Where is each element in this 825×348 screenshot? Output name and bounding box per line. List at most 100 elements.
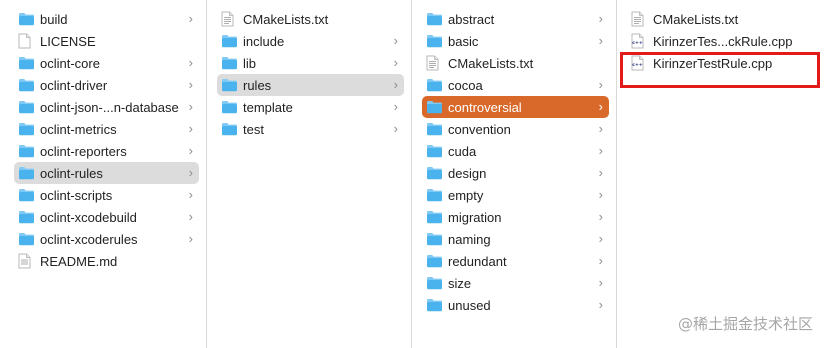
list-item-cmakelists-txt[interactable]: CMakeLists.txt bbox=[422, 52, 609, 74]
item-label: oclint-scripts bbox=[40, 187, 113, 203]
chevron-right-icon: › bbox=[598, 209, 603, 224]
list-item-oclint-metrics[interactable]: oclint-metrics › bbox=[14, 118, 199, 140]
list-item-naming[interactable]: naming › bbox=[422, 228, 609, 250]
item-label: design bbox=[448, 165, 487, 181]
watermark: @稀土掘金技术社区 bbox=[677, 315, 813, 333]
item-label: rules bbox=[243, 77, 272, 93]
list-item-migration[interactable]: migration › bbox=[422, 206, 609, 228]
chevron-right-icon: › bbox=[598, 231, 603, 246]
chevron-right-icon: › bbox=[188, 143, 193, 158]
folder-icon bbox=[426, 231, 443, 247]
folder-icon bbox=[426, 253, 443, 269]
list-item-lib[interactable]: lib › bbox=[217, 52, 404, 74]
folder-icon bbox=[221, 121, 238, 137]
list-item-convention[interactable]: convention › bbox=[422, 118, 609, 140]
chevron-right-icon: › bbox=[598, 275, 603, 290]
list-item-cuda[interactable]: cuda › bbox=[422, 140, 609, 162]
list-item-empty[interactable]: empty › bbox=[422, 184, 609, 206]
list-item-controversial[interactable]: controversial › bbox=[422, 96, 609, 118]
chevron-right-icon: › bbox=[393, 121, 398, 136]
item-label: CMakeLists.txt bbox=[653, 11, 739, 27]
list-item-test[interactable]: test › bbox=[217, 118, 404, 140]
list-item-license[interactable]: LICENSE bbox=[14, 30, 199, 52]
item-label: CMakeLists.txt bbox=[448, 55, 534, 71]
file-list: CMakeLists.txt include › lib › rules › template… bbox=[207, 8, 411, 140]
chevron-right-icon: › bbox=[188, 187, 193, 202]
item-label: oclint-xcodebuild bbox=[40, 209, 137, 225]
folder-icon bbox=[18, 99, 35, 115]
chevron-right-icon: › bbox=[598, 297, 603, 312]
list-item-basic[interactable]: basic › bbox=[422, 30, 609, 52]
list-item-cmakelists-txt[interactable]: CMakeLists.txt bbox=[627, 8, 818, 30]
chevron-right-icon: › bbox=[188, 77, 193, 92]
chevron-right-icon: › bbox=[188, 55, 193, 70]
item-label: empty bbox=[448, 187, 484, 203]
folder-icon bbox=[221, 99, 238, 115]
list-item-kirinzertes-ckrule-cpp[interactable]: c++ KirinzerTes...ckRule.cpp bbox=[627, 30, 818, 52]
list-item-design[interactable]: design › bbox=[422, 162, 609, 184]
chevron-right-icon: › bbox=[598, 11, 603, 26]
column-oclint-rules: CMakeLists.txt include › lib › rules › template… bbox=[207, 0, 412, 348]
folder-icon bbox=[18, 121, 35, 137]
list-item-size[interactable]: size › bbox=[422, 272, 609, 294]
file-list: build › LICENSE oclint-core › oclint-driver › o… bbox=[0, 8, 206, 272]
folder-icon bbox=[18, 143, 35, 159]
folder-icon bbox=[426, 297, 443, 313]
item-label: cuda bbox=[448, 143, 477, 159]
folder-icon bbox=[18, 77, 35, 93]
text-file-icon bbox=[221, 11, 238, 27]
column-root: build › LICENSE oclint-core › oclint-driver › o… bbox=[0, 0, 207, 348]
chevron-right-icon: › bbox=[188, 209, 193, 224]
folder-icon bbox=[426, 165, 443, 181]
chevron-right-icon: › bbox=[598, 33, 603, 48]
item-label: controversial bbox=[448, 99, 522, 115]
chevron-right-icon: › bbox=[393, 77, 398, 92]
list-item-template[interactable]: template › bbox=[217, 96, 404, 118]
list-item-oclint-driver[interactable]: oclint-driver › bbox=[14, 74, 199, 96]
list-item-oclint-reporters[interactable]: oclint-reporters › bbox=[14, 140, 199, 162]
chevron-right-icon: › bbox=[598, 77, 603, 92]
list-item-oclint-scripts[interactable]: oclint-scripts › bbox=[14, 184, 199, 206]
item-label: abstract bbox=[448, 11, 495, 27]
item-label: include bbox=[243, 33, 285, 49]
list-item-oclint-core[interactable]: oclint-core › bbox=[14, 52, 199, 74]
folder-icon bbox=[18, 209, 35, 225]
cpp-file-icon: c++ bbox=[631, 33, 648, 49]
folder-icon bbox=[426, 99, 443, 115]
list-item-cocoa[interactable]: cocoa › bbox=[422, 74, 609, 96]
folder-icon bbox=[18, 55, 35, 71]
list-item-build[interactable]: build › bbox=[14, 8, 199, 30]
folder-icon bbox=[426, 143, 443, 159]
item-label: test bbox=[243, 121, 264, 137]
list-item-oclint-json-n-database[interactable]: oclint-json-...n-database › bbox=[14, 96, 199, 118]
list-item-redundant[interactable]: redundant › bbox=[422, 250, 609, 272]
chevron-right-icon: › bbox=[188, 121, 193, 136]
item-label: oclint-rules bbox=[40, 165, 103, 181]
list-item-cmakelists-txt[interactable]: CMakeLists.txt bbox=[217, 8, 404, 30]
folder-icon bbox=[221, 55, 238, 71]
folder-icon bbox=[426, 275, 443, 291]
item-label: convention bbox=[448, 121, 511, 137]
folder-icon bbox=[18, 165, 35, 181]
chevron-right-icon: › bbox=[188, 11, 193, 26]
list-item-rules[interactable]: rules › bbox=[217, 74, 404, 96]
list-item-oclint-xcodebuild[interactable]: oclint-xcodebuild › bbox=[14, 206, 199, 228]
folder-icon bbox=[18, 231, 35, 247]
file-list: abstract › basic › CMakeLists.txt cocoa › contr… bbox=[412, 8, 616, 316]
chevron-right-icon: › bbox=[393, 33, 398, 48]
item-label: oclint-driver bbox=[40, 77, 108, 93]
chevron-right-icon: › bbox=[188, 231, 193, 246]
list-item-oclint-rules[interactable]: oclint-rules › bbox=[14, 162, 199, 184]
folder-icon bbox=[426, 11, 443, 27]
list-item-abstract[interactable]: abstract › bbox=[422, 8, 609, 30]
list-item-readme-md[interactable]: README.md bbox=[14, 250, 199, 272]
folder-icon bbox=[18, 187, 35, 203]
list-item-oclint-xcoderules[interactable]: oclint-xcoderules › bbox=[14, 228, 199, 250]
item-label: oclint-json-...n-database bbox=[40, 99, 179, 115]
chevron-right-icon: › bbox=[598, 165, 603, 180]
item-label: oclint-reporters bbox=[40, 143, 127, 159]
chevron-right-icon: › bbox=[188, 165, 193, 180]
list-item-unused[interactable]: unused › bbox=[422, 294, 609, 316]
list-item-include[interactable]: include › bbox=[217, 30, 404, 52]
markdown-file-icon bbox=[18, 253, 35, 269]
